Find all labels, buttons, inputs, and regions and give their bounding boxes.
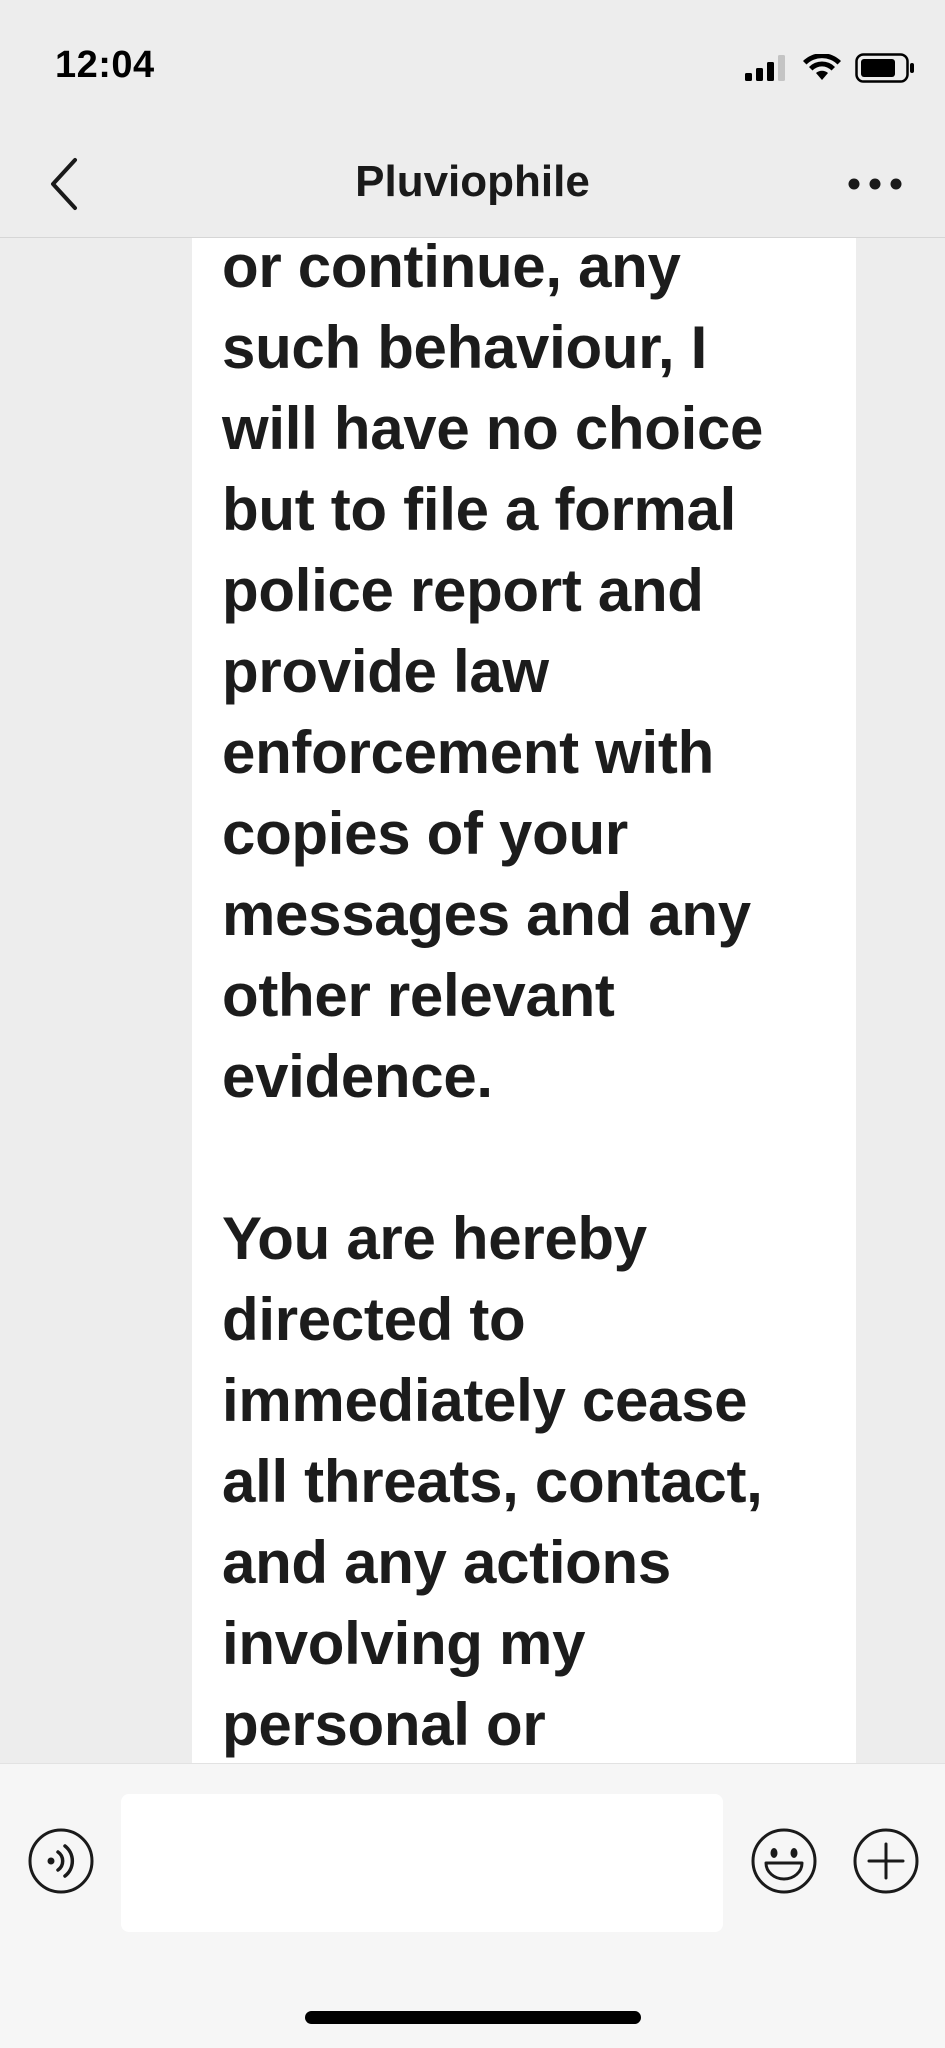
plus-circle-icon [852, 1828, 920, 1899]
wifi-icon [803, 52, 841, 87]
battery-icon [855, 52, 915, 88]
plus-button[interactable] [852, 1827, 920, 1895]
voice-icon [27, 1828, 95, 1899]
chat-title: Pluviophile [355, 157, 590, 206]
emoji-button[interactable] [750, 1827, 818, 1895]
more-horizontal-icon [847, 177, 903, 196]
emoji-icon [750, 1828, 818, 1899]
message-bubble[interactable]: or continue, any such behaviour, I will … [192, 238, 856, 1763]
status-time: 12:04 [55, 44, 155, 86]
status-icons [745, 50, 915, 90]
chat-area[interactable]: or continue, any such behaviour, I will … [0, 238, 945, 1763]
message-text: or continue, any such behaviour, I will … [222, 238, 764, 1758]
home-indicator [305, 2011, 641, 2024]
status-bar: 12:04 [0, 0, 945, 135]
signal-icon [745, 54, 789, 86]
voice-button[interactable] [27, 1827, 95, 1895]
more-button[interactable] [830, 151, 920, 221]
input-bar [0, 1763, 945, 2048]
nav-bar: Pluviophile [0, 135, 945, 238]
message-input[interactable] [121, 1794, 723, 1932]
chat-screen: 12:04 Pluviophile or continue, any such … [0, 0, 945, 2048]
